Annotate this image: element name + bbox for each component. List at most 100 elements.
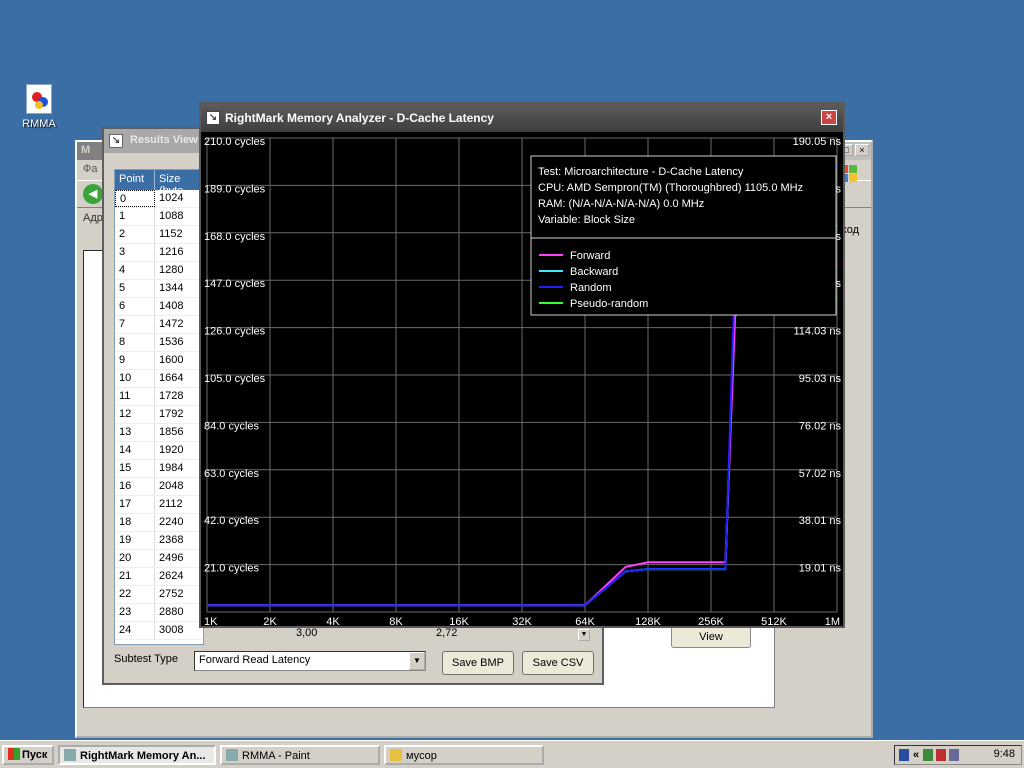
scroll-down-arrow-icon[interactable]: ▼ (578, 629, 590, 641)
tray-icons: « (899, 749, 960, 761)
taskbar-item-folder[interactable]: мусор (384, 745, 544, 765)
cell-size: 1600 (155, 352, 203, 369)
cell-point: 17 (115, 496, 155, 513)
table-row[interactable]: 17 2112 (115, 496, 203, 514)
network-icon[interactable] (923, 749, 934, 761)
table-row[interactable]: 19 2368 (115, 532, 203, 550)
table-row[interactable]: 14 1920 (115, 442, 203, 460)
table-row[interactable]: 18 2240 (115, 514, 203, 532)
view-button[interactable]: View (671, 626, 751, 648)
table-row[interactable]: 16 2048 (115, 478, 203, 496)
table-row[interactable]: 20 2496 (115, 550, 203, 568)
y-tick-label-left: 168.0 cycles (204, 231, 266, 243)
cell-size: 1856 (155, 424, 203, 441)
x-tick-label: 64K (575, 616, 595, 626)
system-tray: « 9:48 (894, 745, 1022, 765)
table-row[interactable]: 1 1088 (115, 208, 203, 226)
cell-size: 3008 (155, 622, 203, 639)
close-button[interactable]: × (855, 144, 869, 156)
hidden-cell-value: 2,72 (436, 627, 458, 639)
cell-size: 1280 (155, 262, 203, 279)
column-header-size[interactable]: Size (byte (155, 170, 203, 197)
table-row[interactable]: 5 1344 (115, 280, 203, 298)
table-row[interactable]: 6 1408 (115, 298, 203, 316)
chevron-down-icon[interactable]: ▼ (409, 652, 425, 670)
cell-size: 1344 (155, 280, 203, 297)
explorer-title: М (81, 144, 91, 156)
table-row[interactable]: 7 1472 (115, 316, 203, 334)
legend-label: Pseudo-random (570, 298, 648, 310)
cell-size: 1664 (155, 370, 203, 387)
cell-point: 18 (115, 514, 155, 531)
cell-point: 4 (115, 262, 155, 279)
cell-point: 13 (115, 424, 155, 441)
y-tick-label-left: 189.0 cycles (204, 183, 266, 195)
table-row[interactable]: 22 2752 (115, 586, 203, 604)
table-row[interactable]: 8 1536 (115, 334, 203, 352)
info-test: Test: Microarchitecture - D-Cache Latenc… (538, 166, 744, 178)
cell-size: 2880 (155, 604, 203, 621)
subtest-select[interactable]: Forward Read Latency ▼ (194, 651, 426, 671)
y-tick-label-left: 84.0 cycles (204, 420, 260, 432)
cell-size: 1920 (155, 442, 203, 459)
cell-point: 14 (115, 442, 155, 459)
rmma-tray-icon[interactable] (899, 749, 909, 761)
table-row[interactable]: 0 1024 (115, 190, 203, 208)
cell-point: 16 (115, 478, 155, 495)
y-tick-label-left: 63.0 cycles (204, 468, 260, 480)
cell-size: 2496 (155, 550, 203, 567)
cell-size: 2048 (155, 478, 203, 495)
security-icon[interactable] (936, 749, 947, 761)
results-table[interactable]: Point Size (byte 0 1024 1 1088 2 1152 3 1216 4 12… (114, 169, 204, 645)
tray-expand-arrow[interactable]: « (913, 749, 919, 761)
y-tick-label-left: 126.0 cycles (204, 326, 266, 338)
cell-point: 9 (115, 352, 155, 369)
table-row[interactable]: 2 1152 (115, 226, 203, 244)
taskbar-item-rmma[interactable]: RightMark Memory An... (58, 745, 216, 765)
y-tick-label-left: 42.0 cycles (204, 515, 260, 527)
cell-size: 2368 (155, 532, 203, 549)
table-row[interactable]: 12 1792 (115, 406, 203, 424)
task-label: RightMark Memory An... (80, 750, 206, 762)
table-row[interactable]: 11 1728 (115, 388, 203, 406)
menu-file[interactable]: Фа (83, 163, 97, 175)
cell-point: 21 (115, 568, 155, 585)
cell-size: 1408 (155, 298, 203, 315)
table-row[interactable]: 4 1280 (115, 262, 203, 280)
desktop-icon-rmma[interactable]: RMMA (14, 84, 64, 130)
column-header-point[interactable]: Point (115, 170, 155, 190)
cell-size: 1984 (155, 460, 203, 477)
cell-size: 2624 (155, 568, 203, 585)
x-tick-label: 512K (761, 616, 787, 626)
close-button[interactable]: × (821, 110, 837, 125)
table-row[interactable]: 3 1216 (115, 244, 203, 262)
analyzer-title-bar[interactable]: ↘ RightMark Memory Analyzer - D-Cache La… (201, 104, 843, 132)
table-row[interactable]: 15 1984 (115, 460, 203, 478)
save-bmp-button[interactable]: Save BMP (442, 651, 514, 675)
desktop-icon-label: RMMA (22, 118, 56, 130)
table-row[interactable]: 21 2624 (115, 568, 203, 586)
analyzer-title: RightMark Memory Analyzer - D-Cache Late… (225, 111, 494, 125)
save-csv-button[interactable]: Save CSV (522, 651, 594, 675)
paint-icon (226, 749, 238, 761)
x-tick-label: 256K (698, 616, 724, 626)
y-tick-label-right: 114.03 ns (793, 326, 841, 338)
start-button[interactable]: Пуск (2, 745, 54, 765)
volume-icon[interactable] (949, 749, 960, 761)
cell-point: 24 (115, 622, 155, 639)
x-tick-label: 8K (389, 616, 403, 626)
cell-size: 1536 (155, 334, 203, 351)
table-row[interactable]: 9 1600 (115, 352, 203, 370)
table-row[interactable]: 24 3008 (115, 622, 203, 640)
table-row[interactable]: 10 1664 (115, 370, 203, 388)
y-tick-label-left: 21.0 cycles (204, 563, 260, 575)
cell-point: 15 (115, 460, 155, 477)
cell-size: 1472 (155, 316, 203, 333)
taskbar-item-paint[interactable]: RMMA - Paint (220, 745, 380, 765)
back-arrow-icon[interactable]: ◀ (83, 184, 103, 204)
x-tick-label: 1K (204, 616, 218, 626)
table-row[interactable]: 23 2880 (115, 604, 203, 622)
x-tick-label: 32K (512, 616, 532, 626)
cell-point: 7 (115, 316, 155, 333)
table-row[interactable]: 13 1856 (115, 424, 203, 442)
